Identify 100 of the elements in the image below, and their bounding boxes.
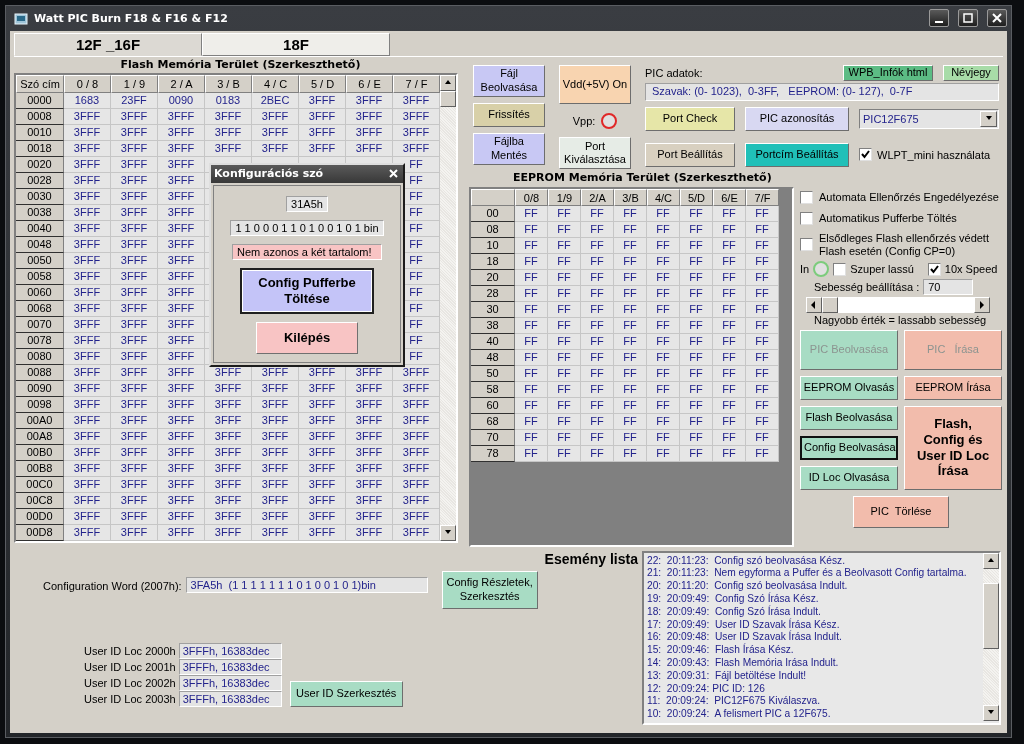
table-cell[interactable]: 3FFF	[252, 460, 299, 477]
checkbox[interactable]	[800, 190, 813, 204]
table-cell[interactable]: FF	[515, 301, 548, 318]
table-cell[interactable]: FF	[581, 429, 614, 446]
table-cell[interactable]: 3FFF	[64, 172, 111, 189]
table-cell[interactable]: 3FFF	[205, 412, 252, 429]
port-button[interactable]: Port Check	[645, 106, 735, 131]
table-cell[interactable]: 3FFF	[64, 492, 111, 509]
table-cell[interactable]: 3FFF	[158, 140, 205, 157]
table-cell[interactable]: FF	[713, 333, 746, 350]
table-cell[interactable]: 3FFF	[158, 460, 205, 477]
table-cell[interactable]: FF	[614, 349, 647, 366]
table-cell[interactable]: FF	[680, 397, 713, 414]
table-cell[interactable]: FF	[614, 237, 647, 254]
table-cell[interactable]: FF	[746, 253, 779, 270]
table-cell[interactable]: FF	[548, 237, 581, 254]
table-cell[interactable]: 3FFF	[158, 284, 205, 301]
scroll-right-button[interactable]	[974, 296, 990, 313]
table-cell[interactable]: 3FFF	[64, 156, 111, 173]
table-cell[interactable]: FF	[548, 349, 581, 366]
table-cell[interactable]: 3FFF	[346, 492, 393, 509]
table-cell[interactable]: FF	[548, 253, 581, 270]
table-cell[interactable]: FF	[614, 413, 647, 430]
table-cell[interactable]: FF	[680, 413, 713, 430]
table-cell[interactable]: 3FFF	[64, 188, 111, 205]
table-cell[interactable]: FF	[515, 397, 548, 414]
table-cell[interactable]: 3FFF	[64, 428, 111, 445]
slider-thumb[interactable]	[822, 296, 838, 313]
table-cell[interactable]: FF	[647, 253, 680, 270]
port-button[interactable]: Portcím Beállítás	[745, 142, 849, 167]
table-cell[interactable]: 1683	[64, 92, 111, 109]
table-cell[interactable]: 3FFF	[111, 348, 158, 365]
table-cell[interactable]: 3FFF	[158, 268, 205, 285]
table-cell[interactable]: FF	[581, 381, 614, 398]
scroll-up-button[interactable]	[440, 74, 456, 91]
table-cell[interactable]: 3FFF	[111, 396, 158, 413]
table-cell[interactable]: FF	[713, 429, 746, 446]
device-select[interactable]: PIC12F675	[859, 108, 999, 129]
table-cell[interactable]: FF	[713, 237, 746, 254]
table-cell[interactable]: FF	[746, 333, 779, 350]
table-cell[interactable]: 3FFF	[299, 92, 346, 109]
table-cell[interactable]: 3FFF	[299, 140, 346, 157]
table-cell[interactable]: FF	[647, 301, 680, 318]
table-cell[interactable]: 3FFF	[158, 156, 205, 173]
table-cell[interactable]: 3FFF	[158, 364, 205, 381]
table-cell[interactable]: FF	[614, 285, 647, 302]
table-cell[interactable]: FF	[581, 237, 614, 254]
table-cell[interactable]: FF	[746, 285, 779, 302]
table-cell[interactable]: FF	[614, 205, 647, 222]
table-cell[interactable]: 3FFF	[252, 412, 299, 429]
table-cell[interactable]: FF	[746, 301, 779, 318]
table-cell[interactable]: FF	[647, 413, 680, 430]
table-cell[interactable]: 3FFF	[205, 108, 252, 125]
table-cell[interactable]: FF	[548, 365, 581, 382]
info-button[interactable]: WPB_Infók html	[843, 64, 933, 81]
table-cell[interactable]: FF	[548, 269, 581, 286]
table-cell[interactable]: 3FFF	[64, 124, 111, 141]
table-cell[interactable]: 3FFF	[252, 108, 299, 125]
table-cell[interactable]: FF	[713, 445, 746, 462]
table-cell[interactable]: 3FFF	[64, 316, 111, 333]
table-cell[interactable]: 3FFF	[205, 396, 252, 413]
scrollbar[interactable]	[983, 552, 999, 721]
table-cell[interactable]: 3FFF	[64, 524, 111, 541]
table-cell[interactable]: FF	[515, 349, 548, 366]
table-cell[interactable]: 3FFF	[158, 300, 205, 317]
table-cell[interactable]: FF	[746, 349, 779, 366]
table-cell[interactable]: FF	[746, 397, 779, 414]
maximize-button[interactable]	[958, 9, 978, 28]
table-cell[interactable]: FF	[548, 381, 581, 398]
table-cell[interactable]: 3FFF	[111, 428, 158, 445]
table-cell[interactable]: FF	[548, 429, 581, 446]
table-cell[interactable]: FF	[746, 445, 779, 462]
table-cell[interactable]: FF	[680, 221, 713, 238]
table-cell[interactable]: 3FFF	[252, 476, 299, 493]
table-cell[interactable]: FF	[713, 397, 746, 414]
table-cell[interactable]: FF	[581, 285, 614, 302]
dropdown-button[interactable]	[980, 110, 997, 127]
table-cell[interactable]: 3FFF	[111, 140, 158, 157]
table-cell[interactable]: 3FFF	[158, 220, 205, 237]
table-cell[interactable]: FF	[581, 365, 614, 382]
table-cell[interactable]: 3FFF	[158, 492, 205, 509]
table-cell[interactable]: 3FFF	[346, 444, 393, 461]
table-cell[interactable]: 3FFF	[158, 396, 205, 413]
table-cell[interactable]: FF	[680, 301, 713, 318]
table-cell[interactable]: FF	[581, 397, 614, 414]
table-cell[interactable]: 3FFF	[158, 124, 205, 141]
table-cell[interactable]: FF	[581, 253, 614, 270]
table-cell[interactable]: 3FFF	[111, 300, 158, 317]
table-cell[interactable]: 3FFF	[64, 444, 111, 461]
table-cell[interactable]: 0090	[158, 92, 205, 109]
scroll-down-button[interactable]	[983, 704, 999, 721]
action-button[interactable]: ID Loc Olvasása	[800, 465, 898, 490]
table-cell[interactable]: FF	[614, 333, 647, 350]
checkbox[interactable]	[800, 238, 813, 252]
table-cell[interactable]: FF	[515, 333, 548, 350]
table-cell[interactable]: FF	[614, 429, 647, 446]
table-cell[interactable]: 3FFF	[64, 412, 111, 429]
checkbox[interactable]	[800, 211, 813, 225]
table-cell[interactable]: 0183	[205, 92, 252, 109]
table-cell[interactable]: FF	[680, 429, 713, 446]
